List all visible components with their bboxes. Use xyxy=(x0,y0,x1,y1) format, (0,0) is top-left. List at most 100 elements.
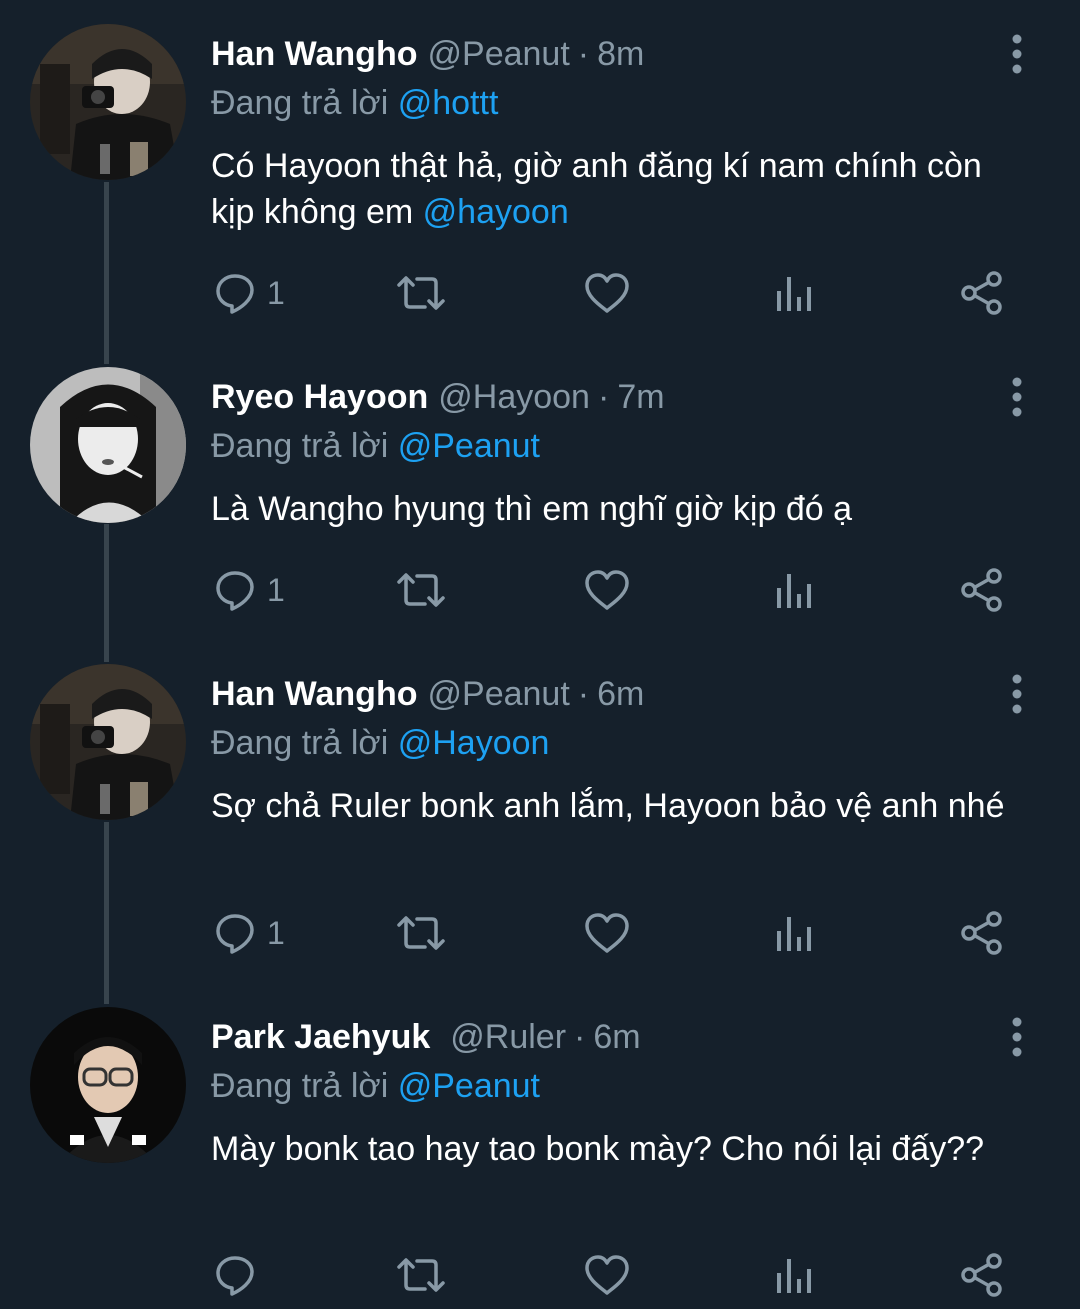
timestamp[interactable]: 6m xyxy=(593,1018,640,1056)
share-button[interactable] xyxy=(959,565,1005,615)
retweet-button[interactable] xyxy=(395,268,447,318)
reply-to-mention[interactable]: @Peanut xyxy=(398,1067,540,1105)
avatar[interactable] xyxy=(30,664,186,820)
tweet-actions: 1 xyxy=(211,908,1021,958)
like-button[interactable] xyxy=(583,268,631,318)
tweet-text: Có Hayoon thật hả, giờ anh đăng kí nam c… xyxy=(211,143,1021,235)
more-vertical-icon xyxy=(1012,377,1022,417)
share-icon xyxy=(961,911,1002,955)
separator-dot: · xyxy=(597,378,610,416)
analytics-button[interactable] xyxy=(773,565,813,615)
tweet[interactable]: Park Jaehyuk @Ruler · 6m Đang trả lời @Pean… xyxy=(0,983,1080,1309)
retweet-button[interactable] xyxy=(395,565,447,615)
reply-prefix: Đang trả lời xyxy=(211,1067,389,1105)
user-handle[interactable]: @Peanut xyxy=(428,35,570,73)
separator-dot: · xyxy=(577,675,590,713)
timestamp[interactable]: 8m xyxy=(597,35,644,73)
more-options-button[interactable] xyxy=(1000,1015,1034,1059)
analytics-button[interactable] xyxy=(773,1250,813,1300)
analytics-icon xyxy=(777,574,811,608)
retweet-button[interactable] xyxy=(395,908,447,958)
display-name[interactable]: Park Jaehyuk xyxy=(211,1018,430,1056)
reply-button[interactable]: 1 xyxy=(213,908,285,958)
reply-prefix: Đang trả lời xyxy=(211,427,389,465)
text-mention[interactable]: @hayoon xyxy=(423,193,569,231)
share-icon xyxy=(961,1253,1002,1297)
heart-icon xyxy=(585,273,629,313)
reply-button[interactable] xyxy=(213,1250,267,1300)
tweet-actions xyxy=(211,1250,1021,1300)
tweet[interactable]: Han Wangho @Peanut · 8m Đang trả lời @hottt… xyxy=(0,0,1080,340)
analytics-button[interactable] xyxy=(773,908,813,958)
reply-to-mention[interactable]: @hottt xyxy=(398,84,499,122)
reply-count: 1 xyxy=(267,274,285,311)
reply-to-mention[interactable]: @Hayoon xyxy=(398,724,550,762)
share-icon xyxy=(961,568,1002,612)
reply-to-mention[interactable]: @Peanut xyxy=(398,427,540,465)
reply-prefix: Đang trả lời xyxy=(211,724,389,762)
avatar[interactable] xyxy=(30,1007,186,1163)
retweet-button[interactable] xyxy=(395,1250,447,1300)
retweet-icon xyxy=(397,573,445,607)
reply-icon xyxy=(216,571,254,611)
tweet-text-content: Là Wangho hyung thì em nghĩ giờ kịp đó ạ xyxy=(211,490,853,528)
reply-count: 1 xyxy=(267,571,285,608)
reply-icon xyxy=(216,274,254,314)
reply-context: Đang trả lời @Peanut xyxy=(211,1064,540,1108)
share-button[interactable] xyxy=(959,1250,1005,1300)
tweet-text-content: Có Hayoon thật hả, giờ anh đăng kí nam c… xyxy=(211,147,982,231)
tweet[interactable]: Han Wangho @Peanut · 6m Đang trả lời @Hayoo… xyxy=(0,640,1080,980)
like-button[interactable] xyxy=(583,1250,631,1300)
tweet-text-content: Mày bonk tao hay tao bonk mày? Cho nói l… xyxy=(211,1130,985,1168)
retweet-icon xyxy=(397,1258,445,1292)
reply-context: Đang trả lời @hottt xyxy=(211,81,498,125)
reply-button[interactable]: 1 xyxy=(213,268,285,318)
heart-icon xyxy=(585,1255,629,1295)
avatar[interactable] xyxy=(30,367,186,523)
reply-prefix: Đang trả lời xyxy=(211,84,389,122)
share-button[interactable] xyxy=(959,268,1005,318)
tweet-text: Là Wangho hyung thì em nghĩ giờ kịp đó ạ xyxy=(211,486,1021,532)
tweet-header: Han Wangho @Peanut · 6m xyxy=(211,672,644,716)
reply-context: Đang trả lời @Hayoon xyxy=(211,721,549,765)
share-button[interactable] xyxy=(959,908,1005,958)
timestamp[interactable]: 7m xyxy=(617,378,664,416)
tweet-actions: 1 xyxy=(211,268,1021,318)
share-icon xyxy=(961,271,1002,315)
more-vertical-icon xyxy=(1012,34,1022,74)
reply-icon xyxy=(216,914,254,954)
tweet-header: Park Jaehyuk @Ruler · 6m xyxy=(211,1015,641,1059)
like-button[interactable] xyxy=(583,565,631,615)
user-handle[interactable]: @Ruler xyxy=(450,1018,566,1056)
tweet-header: Ryeo Hayoon @Hayoon · 7m xyxy=(211,375,665,419)
display-name[interactable]: Han Wangho xyxy=(211,675,418,713)
reply-button[interactable]: 1 xyxy=(213,565,285,615)
analytics-icon xyxy=(777,917,811,951)
more-options-button[interactable] xyxy=(1000,375,1034,419)
tweet-thread: Han Wangho @Peanut · 8m Đang trả lời @hottt… xyxy=(0,0,1080,1309)
analytics-icon xyxy=(777,1259,811,1293)
like-button[interactable] xyxy=(583,908,631,958)
user-handle[interactable]: @Peanut xyxy=(428,675,570,713)
separator-dot: · xyxy=(577,35,590,73)
reply-icon xyxy=(216,1256,254,1296)
tweet[interactable]: Ryeo Hayoon @Hayoon · 7m Đang trả lời @Pean… xyxy=(0,343,1080,643)
user-handle[interactable]: @Hayoon xyxy=(438,378,590,416)
tweet-text: Mày bonk tao hay tao bonk mày? Cho nói l… xyxy=(211,1126,1021,1172)
heart-icon xyxy=(585,913,629,953)
analytics-button[interactable] xyxy=(773,268,813,318)
tweet-actions: 1 xyxy=(211,565,1021,615)
more-vertical-icon xyxy=(1012,1017,1022,1057)
tweet-text: Sợ chả Ruler bonk anh lắm, Hayoon bảo vệ… xyxy=(211,783,1021,829)
separator-dot: · xyxy=(574,1018,586,1056)
display-name[interactable]: Ryeo Hayoon xyxy=(211,378,428,416)
analytics-icon xyxy=(777,277,811,311)
reply-count: 1 xyxy=(267,914,285,951)
timestamp[interactable]: 6m xyxy=(597,675,644,713)
avatar[interactable] xyxy=(30,24,186,180)
more-options-button[interactable] xyxy=(1000,672,1034,716)
tweet-header: Han Wangho @Peanut · 8m xyxy=(211,32,644,76)
reply-context: Đang trả lời @Peanut xyxy=(211,424,540,468)
more-options-button[interactable] xyxy=(1000,32,1034,76)
display-name[interactable]: Han Wangho xyxy=(211,35,418,73)
